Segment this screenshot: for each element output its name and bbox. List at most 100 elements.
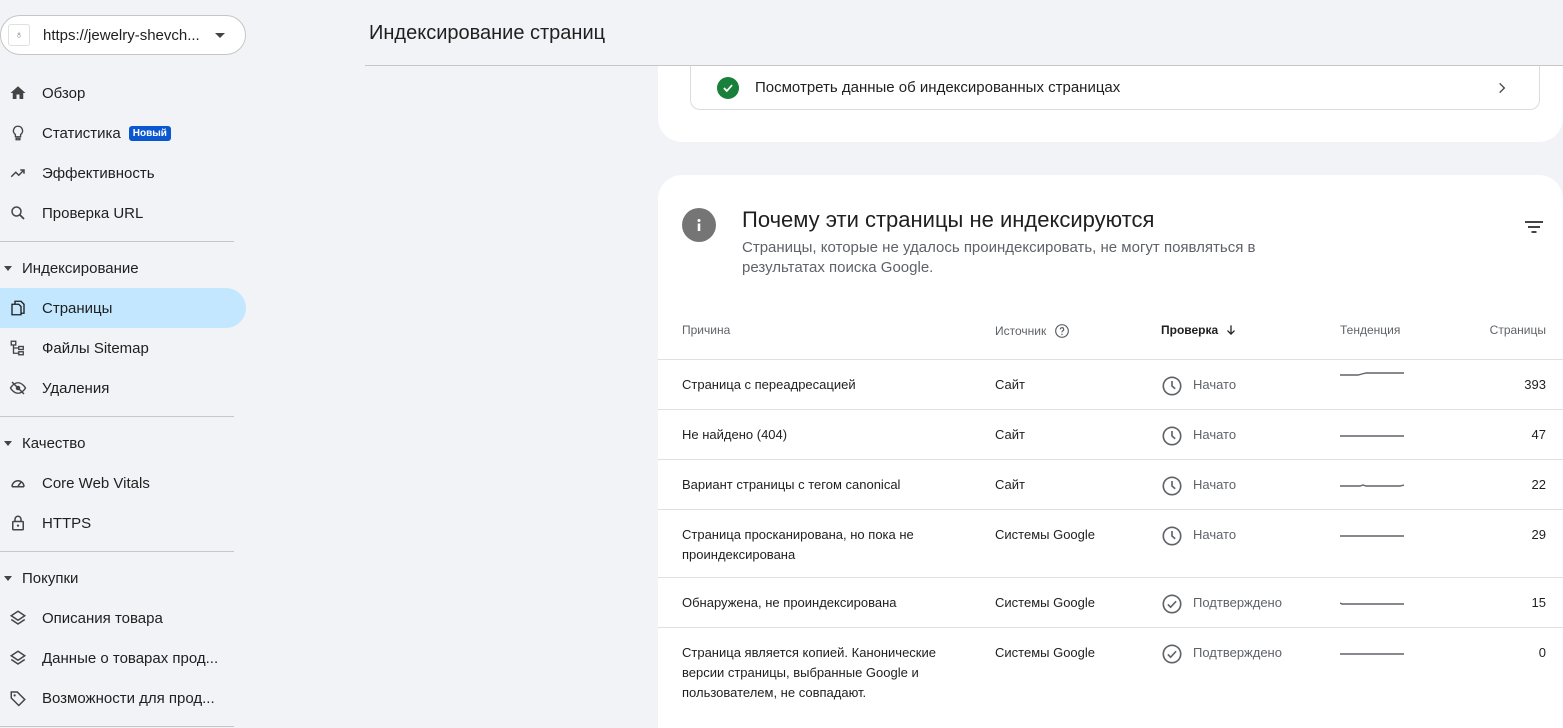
reason-cell: Обнаружена, не проиндексирована — [682, 595, 897, 610]
caret-down-icon — [4, 265, 12, 271]
visibility-off-icon — [8, 378, 28, 398]
reason-cell: Страница с переадресацией — [682, 377, 856, 392]
site-favicon-icon: ♁ — [8, 24, 30, 46]
card-title: Почему эти страницы не индексируются — [742, 207, 1155, 232]
dropdown-caret-icon — [215, 32, 225, 38]
column-header-label: Страницы — [1489, 323, 1546, 337]
trend-sparkline — [1340, 435, 1404, 437]
status-cell: Начато — [1161, 425, 1236, 447]
column-header-reason[interactable]: Причина — [682, 323, 730, 337]
filter-icon[interactable] — [1524, 219, 1544, 235]
status-cell: Начато — [1161, 375, 1236, 397]
status-cell: Начато — [1161, 475, 1236, 497]
sidebar-item-label: Эффективность — [42, 164, 155, 182]
help-icon[interactable] — [1054, 323, 1070, 339]
column-header-source[interactable]: Источник — [995, 323, 1070, 339]
sidebar-item-shopping-opportunities[interactable]: Возможности для прод... — [0, 678, 246, 718]
trend-sparkline — [1340, 535, 1404, 537]
clock-icon — [1162, 526, 1182, 546]
sitemap-icon — [8, 338, 28, 358]
trending-up-icon — [8, 163, 28, 183]
source-cell: Сайт — [995, 427, 1025, 442]
sidebar-item-label: Файлы Sitemap — [42, 339, 149, 357]
table-row[interactable]: Не найдено (404) Сайт Начато 47 — [658, 409, 1563, 459]
sidebar-item-label: HTTPS — [42, 514, 92, 532]
indexed-pages-card: Посмотреть данные об индексированных стр… — [658, 66, 1563, 142]
sidebar-item-label: Данные о товарах прод... — [42, 649, 219, 667]
view-indexed-pages-link[interactable]: Посмотреть данные об индексированных стр… — [690, 66, 1540, 110]
sidebar-item-label: Удаления — [42, 379, 110, 397]
reason-cell: Не найдено (404) — [682, 427, 788, 442]
page-title: Индексирование страниц — [369, 22, 606, 44]
sidebar-item-merchant-listings[interactable]: Данные о товарах прод... — [0, 638, 246, 678]
pages-count: 47 — [1531, 427, 1546, 442]
lock-icon — [8, 513, 28, 533]
section-indexing[interactable]: Индексирование — [0, 253, 246, 283]
status-label: Начато — [1193, 527, 1237, 542]
section-shopping[interactable]: Покупки — [0, 563, 246, 593]
sidebar: ♁ https://jewelry-shevch... Обзор Статис… — [0, 0, 246, 728]
table-row[interactable]: Страница с переадресацией Сайт Начато 39… — [658, 359, 1563, 409]
clock-icon — [1162, 476, 1182, 496]
source-cell: Системы Google — [995, 527, 1096, 542]
status-label: Начато — [1193, 427, 1237, 442]
sidebar-item-label: Проверка URL — [42, 204, 144, 222]
caret-down-icon — [4, 440, 12, 446]
table-row[interactable]: Вариант страницы с тегом canonical Сайт … — [658, 459, 1563, 509]
table-row[interactable]: Страница является копией. Канонические в… — [658, 627, 1563, 728]
column-header-label: Причина — [682, 323, 731, 337]
status-cell: Подтверждено — [1161, 643, 1282, 665]
sidebar-item-removals[interactable]: Удаления — [0, 368, 246, 408]
not-indexed-card: Почему эти страницы не индексируются Стр… — [658, 175, 1563, 728]
table-row[interactable]: Обнаружена, не проиндексирована Системы … — [658, 577, 1563, 627]
sidebar-divider — [0, 416, 234, 417]
sidebar-item-label: Core Web Vitals — [42, 474, 150, 492]
sidebar-item-product-snippets[interactable]: Описания товара — [0, 598, 246, 638]
status-cell: Начато — [1161, 525, 1236, 547]
column-header-pages[interactable]: Страницы — [1490, 323, 1546, 337]
trend-sparkline — [1340, 653, 1404, 655]
pages-icon — [8, 298, 28, 318]
reason-cell: Страница является копией. Канонические в… — [682, 645, 936, 700]
layers-icon — [8, 608, 28, 628]
section-quality[interactable]: Качество — [0, 428, 246, 458]
section-label: Индексирование — [22, 259, 139, 277]
column-header-label: Проверка — [1161, 323, 1219, 337]
view-indexed-pages-label: Посмотреть данные об индексированных стр… — [755, 79, 1121, 96]
sidebar-item-sitemaps[interactable]: Файлы Sitemap — [0, 328, 246, 368]
table-row[interactable]: Страница просканирована, но пока не прои… — [658, 509, 1563, 577]
new-badge: Новый — [128, 125, 171, 141]
status-cell: Подтверждено — [1161, 593, 1282, 615]
clock-icon — [1162, 376, 1182, 396]
arrow-down-icon — [1227, 325, 1236, 335]
trend-sparkline — [1340, 602, 1404, 605]
check-circle-outline-icon — [1162, 644, 1182, 664]
sidebar-item-core-web-vitals[interactable]: Core Web Vitals — [0, 463, 246, 503]
pages-count: 393 — [1524, 377, 1546, 392]
check-circle-icon — [717, 76, 739, 99]
sidebar-item-insights[interactable]: Статистика Новый — [0, 113, 246, 153]
source-cell: Системы Google — [995, 645, 1096, 660]
column-header-validation[interactable]: Проверка — [1161, 323, 1238, 337]
sidebar-item-label: Обзор — [42, 84, 86, 102]
sidebar-divider — [0, 726, 234, 727]
sidebar-item-label: Возможности для прод... — [42, 689, 215, 707]
sidebar-item-overview[interactable]: Обзор — [0, 73, 246, 113]
caret-down-icon — [4, 575, 12, 581]
check-circle-outline-icon — [1162, 594, 1182, 614]
source-cell: Сайт — [995, 377, 1025, 392]
property-selector[interactable]: ♁ https://jewelry-shevch... — [0, 15, 246, 55]
sidebar-item-url-inspection[interactable]: Проверка URL — [0, 193, 246, 233]
home-icon — [8, 83, 28, 103]
column-header-label: Тенденция — [1340, 323, 1401, 337]
info-icon — [682, 208, 716, 242]
layers-icon — [8, 648, 28, 668]
sidebar-item-pages[interactable]: Страницы — [0, 288, 246, 328]
card-subtitle: Страницы, которые не удалось проиндексир… — [742, 239, 1256, 276]
pages-count: 29 — [1531, 527, 1546, 542]
clock-icon — [1162, 426, 1182, 446]
pages-count: 15 — [1531, 595, 1546, 610]
tag-icon — [8, 688, 28, 708]
sidebar-item-https[interactable]: HTTPS — [0, 503, 246, 543]
sidebar-item-performance[interactable]: Эффективность — [0, 153, 246, 193]
